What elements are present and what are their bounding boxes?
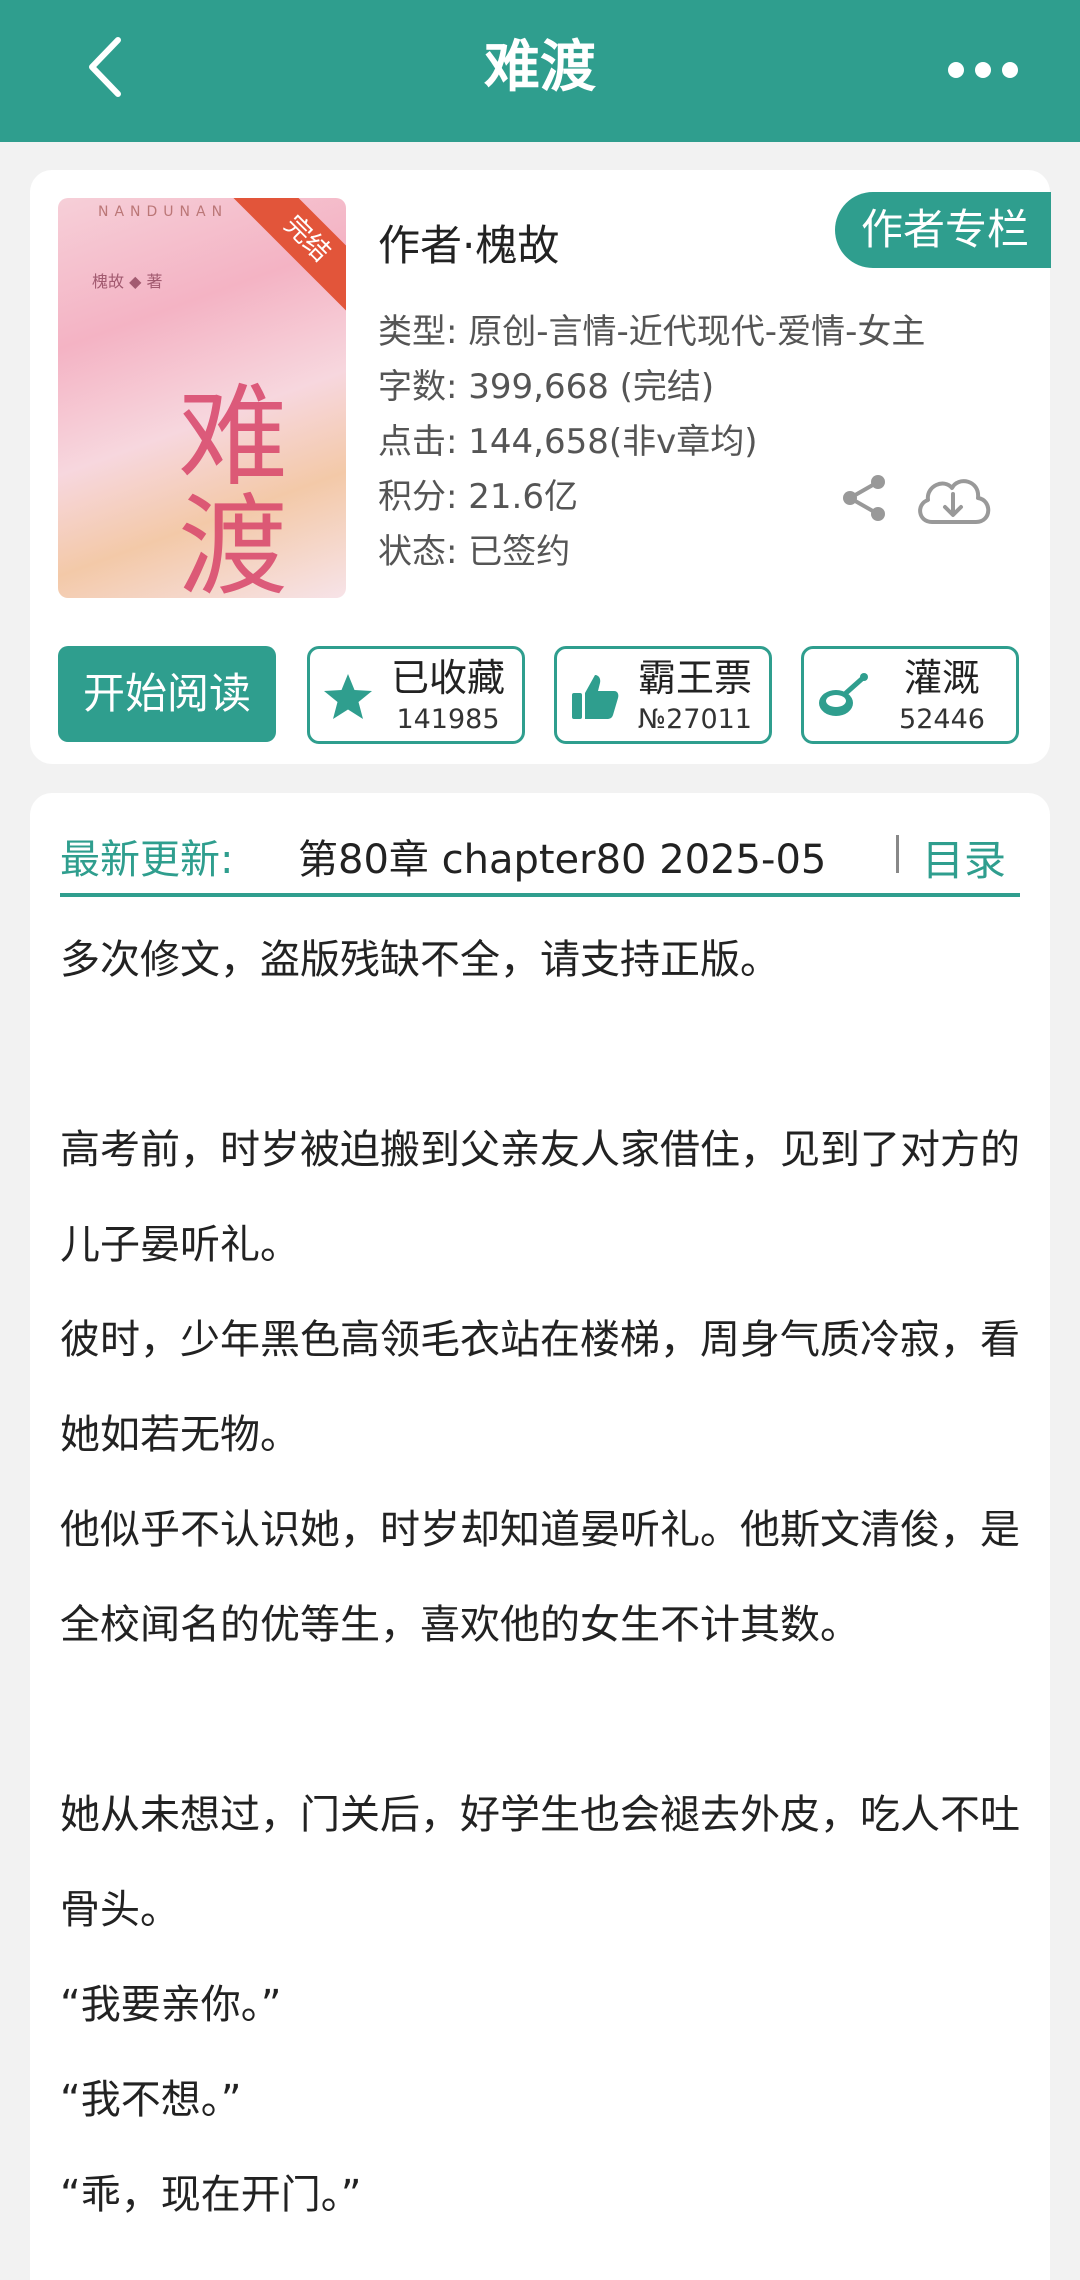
cover-title: 难渡 [159,378,287,598]
latest-update-label: 最新更新: [60,837,234,883]
bookmark-label: 已收藏 [390,656,505,700]
water-count: 52446 [899,704,985,735]
cloud-download-icon[interactable] [912,468,994,532]
dialogue-line: “我要亲你。” [60,1982,282,2028]
top-app-bar: 难渡 [0,0,1080,142]
dialogue-line: “乖，现在开门。” [60,2172,362,2218]
dialogue-line: “我不想。” [60,2077,242,2123]
book-cover[interactable]: NANDUNAN 槐故 ◆ 著 难渡 完结 [58,198,346,598]
latest-update-row[interactable]: 最新更新: 第80章 chapter80 2025-05 目录 [60,813,1020,897]
share-icon[interactable] [838,472,890,524]
meta-clicks: 点击: 144,658(非v章均) [378,422,758,462]
latest-chapter-link[interactable]: 第80章 chapter80 2025-05 [298,827,858,885]
start-reading-button[interactable]: 开始阅读 [58,646,276,742]
cover-decoration: NANDUNAN [98,204,229,220]
description-paragraph: 彼时，少年黑色高领毛衣站在楼梯，周身气质冷寂，看她如若无物。 [60,1317,1020,1458]
table-of-contents-button[interactable]: 目录 [922,827,1006,888]
author-name[interactable]: 作者·槐故 [378,212,559,273]
description-paragraph: 多次修文，盗版残缺不全，请支持正版。 [60,937,780,983]
water-label: 灌溉 [903,656,980,700]
description-paragraph: 高考前，时岁被迫搬到父亲友人家借住，见到了对方的儿子晏听礼。 [60,1127,1020,1268]
vote-label: 霸王票 [637,656,752,700]
bookmark-count: 141985 [396,704,500,735]
page-title: 难渡 [484,35,596,100]
star-icon [324,674,372,719]
watering-can-icon [819,673,868,716]
author-column-button[interactable]: 作者专栏 [834,192,1051,268]
thumbs-up-icon [572,675,619,719]
description-card: 最新更新: 第80章 chapter80 2025-05 目录 多次修文，盗版残… [30,793,1050,2280]
meta-status: 状态: 已签约 [378,532,571,572]
meta-points: 积分: 21.6亿 [378,477,578,517]
book-info-card: NANDUNAN 槐故 ◆ 著 难渡 完结 作者·槐故 作者专栏 类型: 原创-… [30,170,1051,764]
water-button[interactable]: 灌溉 52446 [801,646,1019,744]
more-horizontal-icon[interactable] [938,55,1028,85]
divider [896,835,899,873]
bookmark-button[interactable]: 已收藏 141985 [307,646,525,744]
vote-count: №27011 [638,704,752,735]
meta-genre: 类型: 原创-言情-近代现代-爱情-女主 [378,312,926,352]
cover-author-mark: 槐故 ◆ 著 [92,272,163,291]
completed-ribbon: 完结 [230,198,346,316]
description-paragraph: 她从未想过，门关后，好学生也会褪去外皮，吃人不吐骨头。 [60,1792,1020,1933]
description-paragraph: 他似乎不认识她，时岁却知道晏听礼。他斯文清俊，是全校闻名的优等生，喜欢他的女生不… [60,1507,1020,1648]
vote-button[interactable]: 霸王票 №27011 [554,646,772,744]
meta-word-count: 字数: 399,668 (完结) [378,367,715,407]
